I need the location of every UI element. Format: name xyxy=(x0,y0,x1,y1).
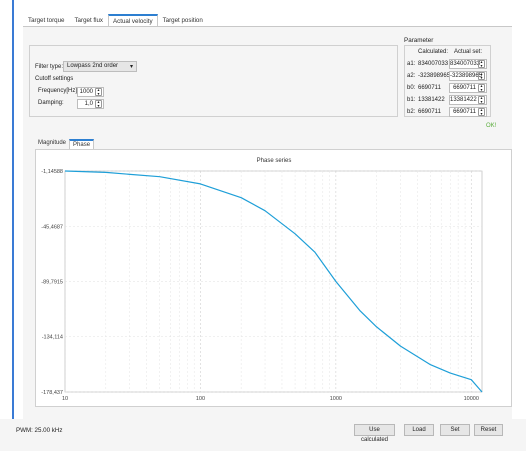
y-tick-label: -1,14588 xyxy=(41,169,63,175)
chart-title: Phase series xyxy=(257,158,292,164)
pwm-status: PWM: 25.00 kHz xyxy=(16,427,63,434)
tab-target-flux[interactable]: Target flux xyxy=(69,14,108,26)
param-row-calculated: 834007033 xyxy=(418,61,449,67)
param-row-actual-value: 6690711 xyxy=(453,109,476,115)
damping-label: Damping: xyxy=(38,100,64,106)
spin-arrows-icon[interactable]: ▲ ▼ xyxy=(95,100,102,108)
cutoff-settings-label: Cutoff settings xyxy=(35,76,74,82)
filter-type-select[interactable]: Lowpass 2nd order ▾ xyxy=(63,61,137,72)
y-tick-label: -45,4687 xyxy=(41,224,63,230)
plot-tab-bar: Magnitude Phase xyxy=(35,139,95,149)
phase-chart-svg: Phase series 10 100 1000 10000 -1,14588 -45,4… xyxy=(41,158,483,402)
load-button[interactable]: Load xyxy=(404,424,434,436)
spin-arrows-icon[interactable]: ▲ ▼ xyxy=(478,96,485,104)
left-accent-bar xyxy=(12,0,14,451)
x-tick-label: 100 xyxy=(196,396,205,402)
chevron-down-icon: ▾ xyxy=(129,64,133,70)
param-row-calculated: 6690711 xyxy=(418,109,441,115)
y-tick-label: -178,437 xyxy=(41,390,63,396)
frequency-label: Frequency[Hz]: xyxy=(38,88,79,94)
param-row-calculated: 6690711 xyxy=(418,85,441,91)
param-row-actual-spinbox[interactable]: 13381422 ▲ ▼ xyxy=(449,95,487,105)
reset-button[interactable]: Reset xyxy=(474,424,503,436)
damping-spinbox[interactable]: 1,0 ▲ ▼ xyxy=(77,99,104,109)
status-ok: OK! xyxy=(486,123,497,129)
y-tick-label: -134,114 xyxy=(42,335,63,341)
param-row-calculated: 13381422 xyxy=(418,97,445,103)
frequency-spinbox[interactable]: 1000 ▲ ▼ xyxy=(77,87,104,97)
spin-arrows-icon[interactable]: ▲ ▼ xyxy=(478,108,485,116)
calculated-header: Calculated: xyxy=(418,49,449,55)
filter-type-value: Lowpass 2nd order xyxy=(67,63,119,69)
param-row-name: b2: xyxy=(407,109,416,115)
param-row-name: a2: xyxy=(407,73,416,79)
param-row-name: b0: xyxy=(407,85,416,91)
param-row-actual-spinbox[interactable]: -323898965 ▲ ▼ xyxy=(449,71,487,81)
spin-arrows-icon[interactable]: ▲ ▼ xyxy=(478,84,485,92)
x-tick-label: 1000 xyxy=(330,396,342,402)
spin-arrows-icon[interactable]: ▲ ▼ xyxy=(478,60,485,68)
param-row-actual-value: 834007033 xyxy=(450,61,481,67)
spin-arrows-icon[interactable]: ▲ ▼ xyxy=(478,72,485,80)
param-row-name: b1: xyxy=(407,97,416,103)
phase-chart: Phase series 10 100 1000 10000 -1,14588 -45,4… xyxy=(35,149,512,407)
actual-set-header: Actual set: xyxy=(454,49,483,55)
param-row-actual-spinbox[interactable]: 6690711 ▲ ▼ xyxy=(449,107,487,117)
filter-type-label: Filter type: xyxy=(35,64,64,70)
tab-phase[interactable]: Phase xyxy=(69,139,95,149)
x-tick-label: 10000 xyxy=(464,396,479,402)
frequency-value: 1000 xyxy=(79,89,93,95)
param-row-calculated: -323898965 xyxy=(418,73,451,79)
top-tab-bar: Target torque Target flux Actual velocit… xyxy=(23,14,208,26)
spin-arrows-icon[interactable]: ▲ ▼ xyxy=(95,88,102,96)
parameter-title: Parameter xyxy=(404,37,434,44)
tab-magnitude[interactable]: Magnitude xyxy=(35,139,69,149)
tab-actual-velocity[interactable]: Actual velocity xyxy=(108,14,158,26)
tab-target-position[interactable]: Target position xyxy=(158,14,208,26)
param-row-actual-value: 6690711 xyxy=(453,85,476,91)
damping-value: 1,0 xyxy=(84,101,93,107)
set-button[interactable]: Set xyxy=(440,424,470,436)
param-row-actual-spinbox[interactable]: 834007033 ▲ ▼ xyxy=(449,59,487,69)
use-calculated-button[interactable]: Use calculated xyxy=(354,424,395,443)
x-tick-label: 10 xyxy=(62,396,68,402)
param-row-name: a1: xyxy=(407,61,416,67)
tab-target-torque[interactable]: Target torque xyxy=(23,14,69,26)
param-row-actual-value: 13381422 xyxy=(450,97,477,103)
param-row-actual-spinbox[interactable]: 6690711 ▲ ▼ xyxy=(449,83,487,93)
y-tick-label: -89,7915 xyxy=(41,280,63,286)
